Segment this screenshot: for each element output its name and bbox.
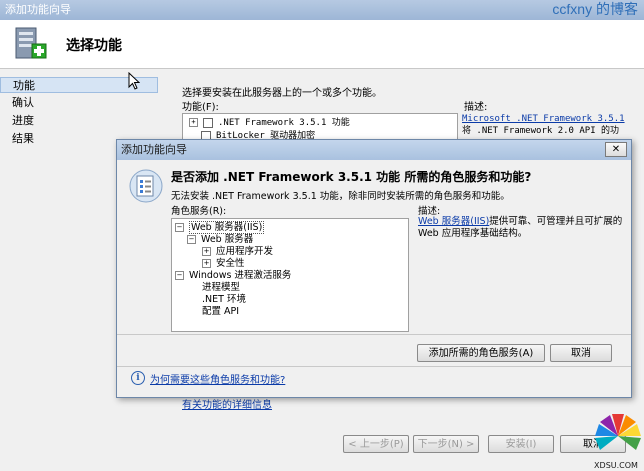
required-services-dialog: 添加功能向导 ✕ 是否添加 .NET Framework 3.5.1 功能 所需… — [116, 139, 632, 398]
tree-item[interactable]: − Web 服务器(IIS) — [175, 221, 265, 234]
tree-item[interactable]: + 安全性 — [202, 258, 245, 270]
features-label: 功能(F): — [182, 102, 219, 113]
description-link[interactable]: Microsoft .NET Framework 3.5.1 — [462, 114, 625, 124]
why-needed-link[interactable]: 为何需要这些角色服务和功能? — [150, 371, 285, 386]
dialog-question: 是否添加 .NET Framework 3.5.1 功能 所需的角色服务和功能? — [171, 170, 532, 184]
blog-watermark: ccfxny 的博客 — [552, 1, 638, 17]
dialog-separator — [117, 334, 631, 335]
nav-item-progress[interactable]: 进度 — [0, 113, 158, 129]
expand-icon[interactable]: + — [202, 259, 211, 268]
site-logo: XDSU.COM — [594, 414, 641, 470]
web-server-link[interactable]: Web 服务器(IIS) — [418, 216, 489, 227]
tree-item[interactable]: 进程模型 — [202, 282, 240, 294]
expand-icon[interactable]: + — [202, 247, 211, 256]
instruction-text: 选择要安装在此服务器上的一个或多个功能。 — [182, 88, 382, 99]
feature-checkbox[interactable] — [203, 117, 213, 128]
next-button[interactable]: 下一步(N) > — [413, 435, 479, 453]
dialog-title: 添加功能向导 — [117, 140, 631, 160]
tree-item[interactable]: − Web 服务器 — [187, 234, 253, 246]
page-title: 选择功能 — [66, 38, 122, 54]
collapse-icon[interactable]: − — [175, 223, 184, 232]
tree-item[interactable]: + 应用程序开发 — [202, 246, 273, 258]
info-icon: i — [131, 371, 145, 385]
feature-item[interactable]: + .NET Framework 3.5.1 功能 — [189, 117, 350, 130]
description-label: 描述: — [464, 102, 488, 113]
nav-item-confirm[interactable]: 确认 — [0, 95, 158, 111]
collapse-icon[interactable]: − — [175, 271, 184, 280]
server-add-icon — [15, 27, 47, 59]
role-services-tree[interactable]: − Web 服务器(IIS) − Web 服务器 + 应用程序开发 + 安全性 − Win… — [171, 218, 409, 332]
dialog-cancel-button[interactable]: 取消 — [550, 344, 612, 362]
expand-icon[interactable]: + — [189, 118, 198, 127]
feature-description: Microsoft .NET Framework 3.5.1 将 .NET Fr… — [462, 114, 625, 136]
dialog-description: Web 服务器(IIS)提供可靠、可管理并且可扩展的 Web 应用程序基础结构。 — [418, 216, 623, 239]
logo-text: XDSU.COM — [594, 461, 638, 470]
dialog-subtext: 无法安装 .NET Framework 3.5.1 功能，除非同时安装所需的角色… — [171, 191, 510, 202]
add-required-services-button[interactable]: 添加所需的角色服务(A) — [417, 344, 545, 362]
tree-item[interactable]: 配置 API — [202, 306, 239, 318]
install-button[interactable]: 安装(I) — [488, 435, 554, 453]
window-title: 添加功能向导 — [0, 0, 644, 20]
tree-item[interactable]: .NET 环境 — [202, 294, 246, 306]
close-icon[interactable]: ✕ — [605, 142, 627, 157]
collapse-icon[interactable]: − — [187, 235, 196, 244]
checklist-icon — [129, 169, 163, 203]
tree-item[interactable]: − Windows 进程激活服务 — [175, 270, 291, 282]
mouse-cursor-icon — [128, 72, 140, 90]
dialog-description-label: 描述: — [418, 206, 441, 217]
prev-button[interactable]: < 上一步(P) — [343, 435, 409, 453]
wizard-header: 选择功能 — [0, 20, 644, 69]
feature-details-link[interactable]: 有关功能的详细信息 — [182, 396, 272, 411]
role-services-label: 角色服务(R): — [171, 206, 227, 217]
